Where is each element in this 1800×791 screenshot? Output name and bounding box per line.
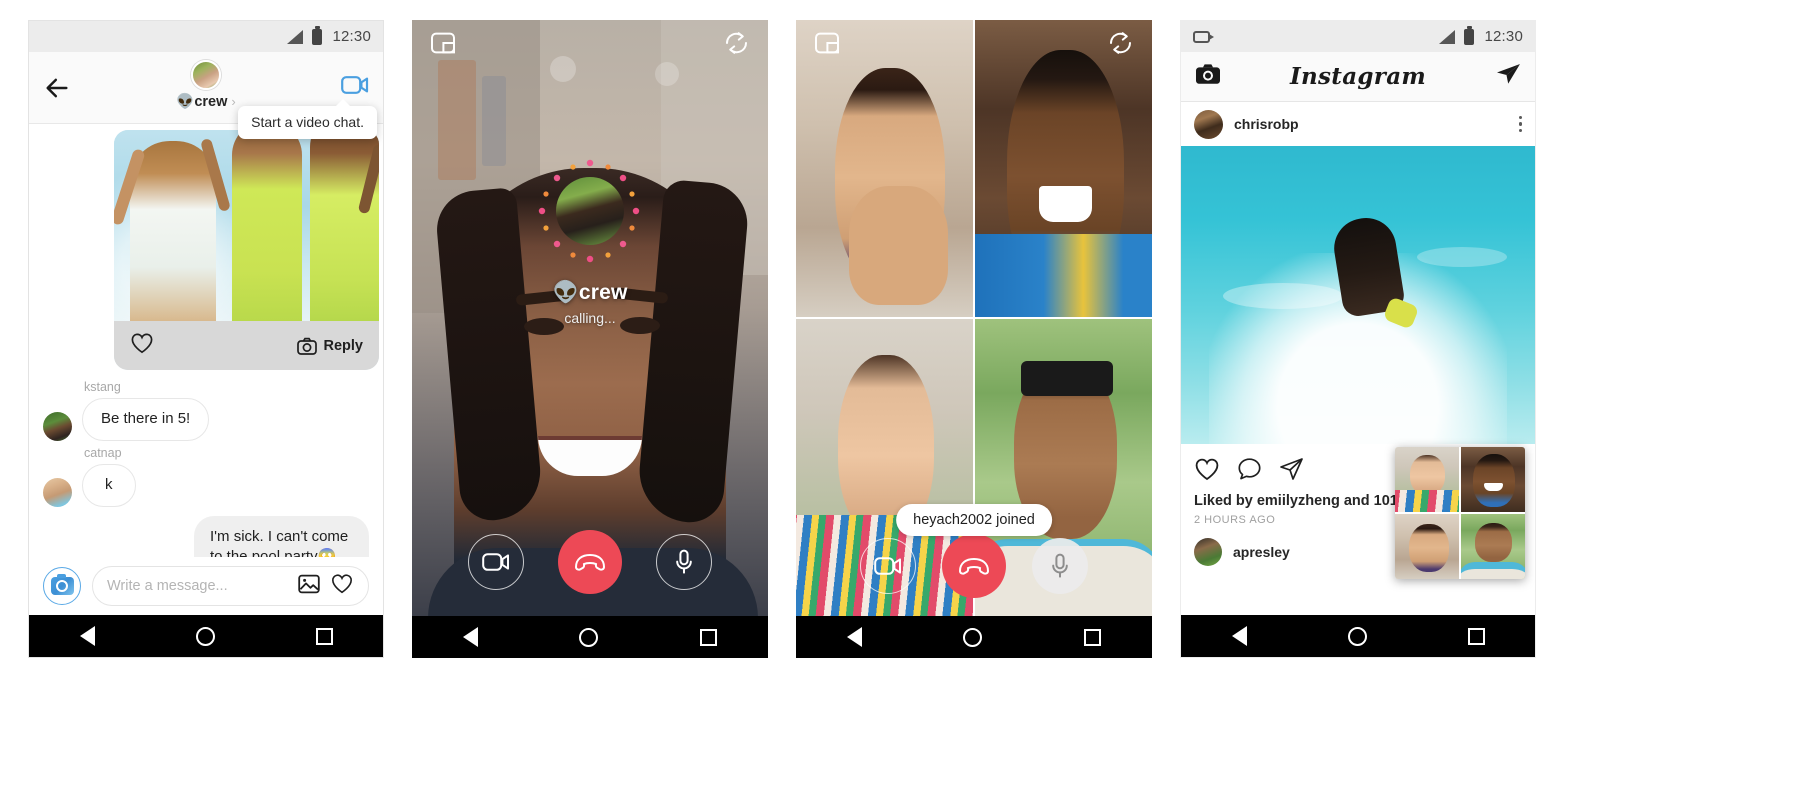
android-nav-bar (29, 615, 383, 657)
instagram-header: Instagram (1181, 52, 1535, 102)
heart-icon[interactable] (1194, 457, 1220, 486)
end-call-icon[interactable] (942, 534, 1006, 598)
video-camera-icon[interactable] (860, 538, 916, 594)
photo-icon[interactable] (298, 574, 320, 599)
nav-home-icon[interactable] (1347, 626, 1367, 646)
camera-icon (296, 337, 317, 355)
participant-tile[interactable] (1395, 447, 1459, 512)
android-nav-bar (1181, 615, 1535, 657)
minimize-pip-icon[interactable] (814, 30, 840, 61)
nav-back-icon[interactable] (1231, 626, 1247, 646)
search-input-wrap[interactable]: Write a message... (92, 566, 369, 606)
dm-title-wrap[interactable]: 👽crew › (29, 60, 383, 110)
heart-icon[interactable] (330, 573, 354, 599)
media-card-actions: Reply (114, 321, 379, 370)
phone-2-outgoing-video-call: 👽crew calling... (412, 20, 768, 658)
video-camera-icon[interactable] (341, 74, 369, 101)
dm-title: 👽crew (176, 94, 228, 110)
message-input-placeholder: Write a message... (107, 578, 228, 594)
message-bubble: k (82, 464, 136, 507)
message-bubble: Be there in 5! (82, 398, 210, 441)
shared-photo (114, 130, 379, 321)
flip-camera-icon[interactable] (723, 30, 750, 61)
flip-camera-icon[interactable] (1107, 30, 1134, 61)
nav-home-icon[interactable] (963, 627, 983, 647)
message-sender: kstang (84, 380, 121, 394)
participant-joined-toast: heyach2002 joined (896, 504, 1052, 536)
microphone-icon[interactable] (1032, 538, 1088, 594)
avatar[interactable] (43, 411, 72, 441)
nav-home-icon[interactable] (195, 626, 215, 646)
group-video-chat-pip[interactable] (1395, 447, 1525, 579)
heart-icon[interactable] (130, 332, 154, 359)
microphone-icon[interactable] (656, 534, 712, 590)
video-call-status-icon (1193, 30, 1214, 43)
more-options-icon[interactable] (1518, 115, 1522, 133)
camera-icon[interactable] (1195, 63, 1221, 90)
chevron-right-icon: › (231, 94, 236, 109)
group-avatar (191, 60, 221, 90)
call-top-bar (412, 30, 768, 61)
battery-icon (1464, 25, 1475, 45)
caller-name: 👽crew (552, 281, 628, 304)
signal-icon (287, 29, 304, 44)
participant-tile[interactable] (1461, 447, 1525, 512)
nav-recents-icon[interactable] (1467, 627, 1485, 645)
phone-1-direct-message-thread: 12:30 👽crew › Start a video chat. Reply … (28, 20, 384, 658)
android-nav-bar (796, 616, 1152, 658)
shared-media-card[interactable]: Reply (114, 130, 379, 370)
phone-3-group-video-call: heyach2002 joined (796, 20, 1152, 658)
camera-icon[interactable] (43, 567, 81, 605)
reply-button[interactable]: Reply (296, 337, 364, 355)
share-icon[interactable] (1279, 457, 1304, 486)
status-bar: 12:30 (29, 21, 383, 52)
post-header: chrisrobp (1181, 102, 1535, 146)
status-bar: 12:30 (1181, 21, 1535, 52)
caller-avatar (556, 177, 624, 245)
nav-recents-icon[interactable] (315, 627, 333, 645)
phone-4-instagram-feed: 12:30 Instagram chrisrobp Liked by emiil… (1180, 20, 1536, 658)
calling-overlay: 👽crew calling... (412, 159, 768, 326)
nav-back-icon[interactable] (462, 627, 478, 647)
minimize-pip-icon[interactable] (430, 30, 456, 61)
video-camera-icon[interactable] (468, 534, 524, 590)
nav-recents-icon[interactable] (1084, 628, 1102, 646)
android-nav-bar (412, 616, 768, 658)
call-top-bar (796, 30, 1152, 61)
nav-back-icon[interactable] (79, 626, 95, 646)
message-row-catnap: catnap k (43, 446, 136, 507)
avatar[interactable] (1194, 109, 1223, 139)
call-controls (412, 530, 768, 594)
comment-icon[interactable] (1237, 457, 1262, 486)
status-bar-time: 12:30 (1484, 28, 1523, 45)
call-status: calling... (564, 310, 616, 326)
nav-recents-icon[interactable] (700, 628, 718, 646)
video-chat-tooltip: Start a video chat. (238, 99, 377, 139)
direct-send-icon[interactable] (1495, 62, 1521, 91)
call-controls (796, 534, 1152, 598)
end-call-icon[interactable] (558, 530, 622, 594)
post-photo[interactable] (1181, 146, 1535, 444)
instagram-logo: Instagram (1289, 63, 1427, 90)
avatar[interactable] (43, 477, 72, 507)
participant-tile[interactable] (1461, 514, 1525, 579)
participant-tile[interactable] (1395, 514, 1459, 579)
participant-tile[interactable] (796, 20, 973, 317)
post-username[interactable]: apresley (1233, 544, 1290, 560)
screenshot-stage: 12:30 👽crew › Start a video chat. Reply … (0, 0, 1800, 791)
status-bar-time: 12:30 (332, 28, 371, 45)
post-username[interactable]: chrisrobp (1234, 116, 1508, 132)
participant-tile[interactable] (975, 20, 1152, 317)
message-sender: catnap (84, 446, 122, 460)
signal-icon (1439, 29, 1456, 44)
battery-icon (312, 25, 323, 45)
reply-label: Reply (323, 337, 364, 354)
avatar[interactable] (1194, 538, 1222, 566)
message-composer: Write a message... (29, 557, 383, 615)
nav-home-icon[interactable] (579, 627, 599, 647)
message-row-kstang: kstang Be there in 5! (43, 380, 210, 441)
nav-back-icon[interactable] (846, 627, 862, 647)
